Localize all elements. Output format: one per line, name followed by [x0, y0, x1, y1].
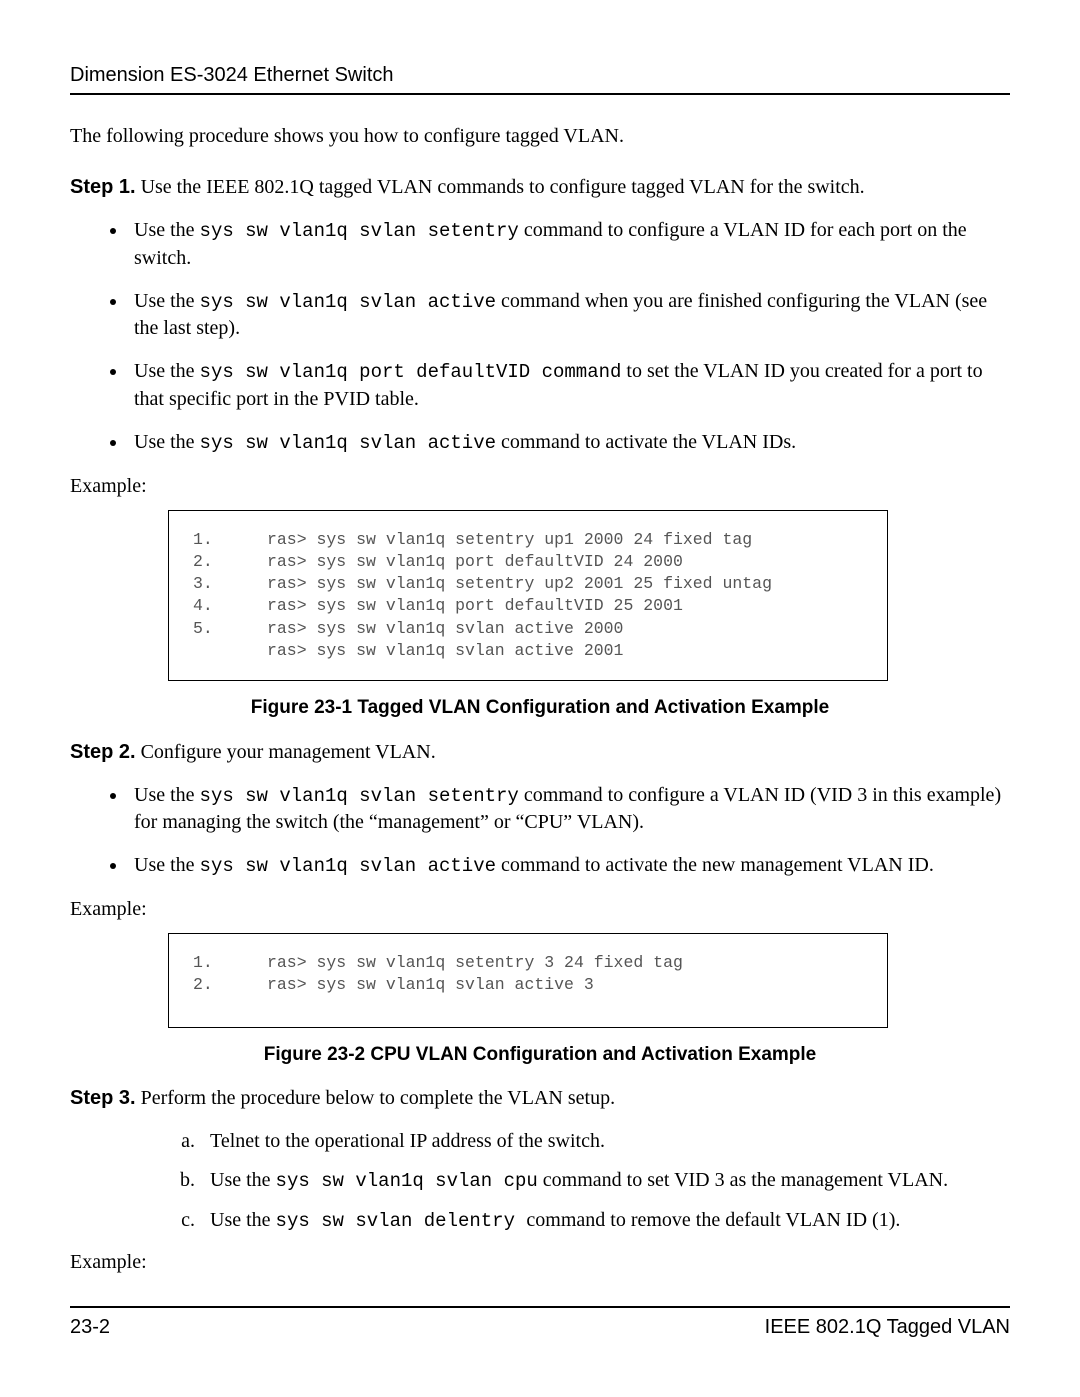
code-line: ras> sys sw vlan1q svlan active 2001: [193, 640, 877, 662]
step-2-bullet: Use the sys sw vlan1q svlan active comma…: [128, 852, 1010, 880]
code-line: 5.ras> sys sw vlan1q svlan active 2000: [193, 618, 877, 640]
step-2-label: Step 2.: [70, 741, 136, 763]
page: Dimension ES-3024 Ethernet Switch The fo…: [0, 0, 1080, 1397]
step-2-bullet: Use the sys sw vlan1q svlan setentry com…: [128, 782, 1010, 837]
step-1-bullet: Use the sys sw vlan1q svlan setentry com…: [128, 217, 1010, 272]
step-2-bullets: Use the sys sw vlan1q svlan setentry com…: [70, 782, 1010, 880]
running-header: Dimension ES-3024 Ethernet Switch: [70, 64, 1010, 95]
step-3-item: Telnet to the operational IP address of …: [200, 1128, 1010, 1155]
body: The following procedure shows you how to…: [70, 123, 1010, 1276]
step-3-heading: Step 3. Perform the procedure below to c…: [70, 1085, 1010, 1112]
step-1-bullets: Use the sys sw vlan1q svlan setentry com…: [70, 217, 1010, 457]
figure-caption-1: Figure 23-1 Tagged VLAN Configuration an…: [70, 695, 1010, 721]
step-1-bullet: Use the sys sw vlan1q svlan active comma…: [128, 429, 1010, 457]
step-3-item: Use the sys sw svlan delentry command to…: [200, 1207, 1010, 1235]
step-1-label: Step 1.: [70, 176, 136, 198]
code-box-1: 1.ras> sys sw vlan1q setentry up1 2000 2…: [168, 510, 888, 682]
code-line: 4.ras> sys sw vlan1q port defaultVID 25 …: [193, 595, 877, 617]
footer-section: IEEE 802.1Q Tagged VLAN: [765, 1316, 1010, 1339]
step-1-bullet: Use the sys sw vlan1q svlan active comma…: [128, 288, 1010, 343]
step-1-text: Use the IEEE 802.1Q tagged VLAN commands…: [136, 176, 865, 198]
code-line: 2.ras> sys sw vlan1q port defaultVID 24 …: [193, 551, 877, 573]
figure-caption-2: Figure 23-2 CPU VLAN Configuration and A…: [70, 1042, 1010, 1068]
footer: 23-2 IEEE 802.1Q Tagged VLAN: [70, 1306, 1010, 1339]
example-label: Example:: [70, 473, 1010, 500]
step-1-bullet: Use the sys sw vlan1q port defaultVID co…: [128, 358, 1010, 413]
example-label: Example:: [70, 1249, 1010, 1276]
code-line: 1.ras> sys sw vlan1q setentry 3 24 fixed…: [193, 952, 877, 974]
code-box-2: 1.ras> sys sw vlan1q setentry 3 24 fixed…: [168, 933, 888, 1028]
step-3-list: Telnet to the operational IP address of …: [70, 1128, 1010, 1234]
step-2-heading: Step 2. Configure your management VLAN.: [70, 739, 1010, 766]
page-number: 23-2: [70, 1316, 110, 1339]
step-1-heading: Step 1. Use the IEEE 802.1Q tagged VLAN …: [70, 174, 1010, 201]
step-3-item: Use the sys sw vlan1q svlan cpu command …: [200, 1167, 1010, 1195]
step-2-text: Configure your management VLAN.: [136, 741, 436, 763]
code-line: 1.ras> sys sw vlan1q setentry up1 2000 2…: [193, 529, 877, 551]
intro-paragraph: The following procedure shows you how to…: [70, 123, 1010, 150]
step-3-label: Step 3.: [70, 1087, 136, 1109]
code-line: 2.ras> sys sw vlan1q svlan active 3: [193, 974, 877, 996]
step-3-text: Perform the procedure below to complete …: [136, 1087, 616, 1109]
example-label: Example:: [70, 896, 1010, 923]
code-line: 3.ras> sys sw vlan1q setentry up2 2001 2…: [193, 573, 877, 595]
